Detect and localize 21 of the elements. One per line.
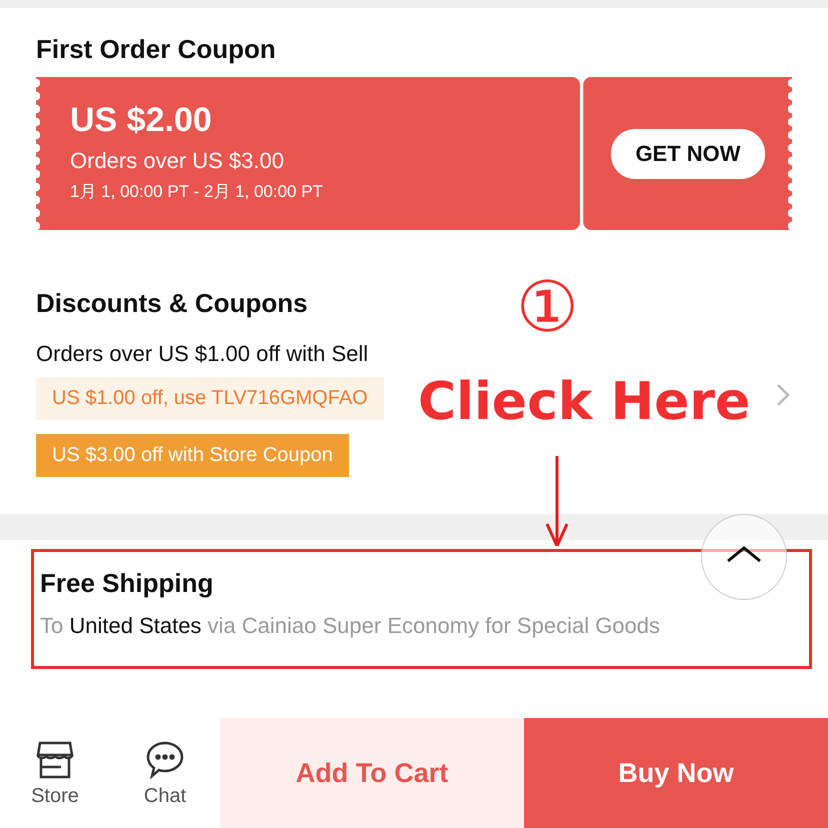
coupon-tag: US $3.00 off with Store Coupon: [36, 434, 349, 477]
discount-text: Orders over US $1.00 off with Sell: [36, 341, 370, 367]
nav-button[interactable]: Store: [0, 718, 110, 828]
coupon-amount: US $2.00: [70, 101, 213, 140]
get-now-button[interactable]: GET NOW: [611, 128, 765, 178]
chevron-up-icon: [726, 545, 762, 563]
step-number: ①: [516, 272, 579, 342]
coupon-condition: Orders over US $3.00: [70, 148, 285, 174]
coupon-tag: US $1.00 off, use TLV716GMQFAO: [36, 377, 384, 420]
highlight-frame[interactable]: Free Shipping To United States via Cainiao Super Economy for Special Goods: [31, 549, 812, 669]
nav-button[interactable]: Chat: [110, 718, 220, 828]
shipping-text: To United States via Cainiao Super Economy for Special Goods: [40, 613, 662, 639]
coupon-validity: 1月 1, 00:00 PT - 2月 1, 00:00 PT: [70, 181, 324, 203]
store-icon: [36, 739, 74, 779]
section-title: First Order Coupon: [36, 34, 276, 65]
chevron-right-icon[interactable]: [776, 383, 790, 407]
chat-icon: [145, 739, 185, 779]
shipping-title: Free Shipping: [40, 568, 214, 599]
buy-now-button[interactable]: Buy Now: [524, 718, 828, 828]
section-title: Discounts & Coupons: [36, 288, 308, 319]
arrow-icon: [545, 456, 569, 546]
